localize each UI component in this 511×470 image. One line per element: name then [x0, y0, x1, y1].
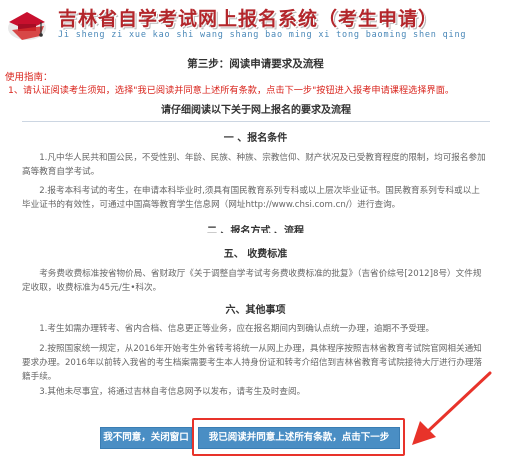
section-paragraph: 1.考生如需办理转考、省内合档、信息更正等业务，应在报名期间内到确认点统一办理，…	[39, 324, 435, 334]
site-title-pinyin: Ji sheng zi xue kao shi wang shang bao m…	[58, 30, 467, 40]
annotation-highlight-box	[192, 418, 405, 456]
section-paragraph: 考务费收费标准按省物价局、省财政厅《关于调整自学考试考务费收费标准的批复》（吉省…	[22, 269, 482, 293]
site-title: 吉林省自学考试网上报名系统（考生申请）	[58, 8, 439, 30]
exam-logo-icon	[8, 12, 46, 40]
step-title: 第三步：阅读申请要求及流程	[187, 58, 324, 70]
site-header: 吉林省自学考试网上报名系统（考生申请） Ji sheng zi xue kao …	[0, 0, 511, 52]
guide-label: 使用指南：	[5, 72, 53, 83]
section-title-fee-standard: 五、 收费标准	[223, 249, 288, 260]
section-title-registration-conditions: 一 、报名条件	[223, 133, 288, 144]
panel-title: 请仔细阅读以下关于网上报名的要求及流程	[22, 101, 490, 122]
guide-text: 1、请认证阅读考生须知，选择"我已阅读并同意上述所有条款，点击下一步"按钮进入报…	[8, 85, 455, 96]
section-paragraph: 1.凡中华人民共和国公民，不受性别、年龄、民族、种族、宗教信仰、财产状况及已受教…	[22, 153, 486, 177]
annotation-arrow-icon	[412, 371, 492, 445]
section-title-cutoff: 二 、报名方式 、流程	[207, 226, 304, 233]
disagree-close-button[interactable]: 我不同意，关闭窗口	[100, 427, 192, 449]
section-title-other-matters: 六、其他事项	[225, 305, 286, 316]
section-paragraph: 2.报考本科考试的考生，在申请本科毕业时,须具有国民教育系列专科或以上层次毕业证…	[22, 186, 480, 210]
